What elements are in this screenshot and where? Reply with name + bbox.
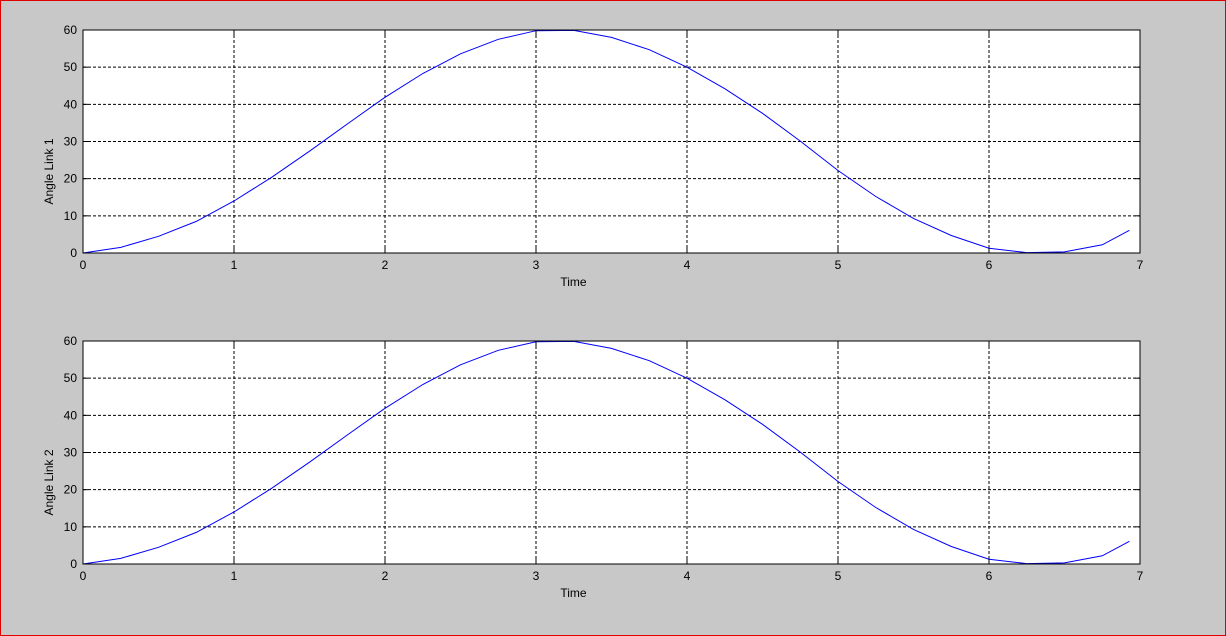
x-tick-label: 5	[835, 569, 842, 583]
y-tick-label: 50	[64, 371, 78, 385]
plot-area	[83, 30, 1140, 253]
y-tick-label: 0	[70, 246, 77, 260]
x-tick-label: 5	[835, 258, 842, 272]
y-tick-label: 20	[64, 483, 78, 497]
x-tick-label: 7	[1137, 258, 1144, 272]
y-tick-label: 50	[64, 60, 78, 74]
x-axis-label: Time	[560, 275, 587, 289]
plot-area	[83, 341, 1140, 564]
x-tick-label: 1	[231, 569, 238, 583]
x-tick-label: 4	[684, 569, 691, 583]
y-tick-label: 10	[64, 209, 78, 223]
x-tick-label: 2	[382, 569, 389, 583]
y-tick-label: 30	[64, 446, 78, 460]
y-tick-label: 60	[64, 334, 78, 348]
x-tick-label: 1	[231, 258, 238, 272]
y-axis-label: Angle Link 2	[42, 449, 56, 515]
y-tick-label: 0	[70, 557, 77, 571]
subplot-1: 0 1 2 3 4 5 6 7 0 10 20 30 40 50 60 Time Angle Link 1	[42, 23, 1144, 289]
x-tick-label: 6	[986, 569, 993, 583]
y-axis-label: Angle Link 1	[42, 138, 56, 204]
subplot-2: 0 1 2 3 4 5 6 7 0 10 20 30 40 50 60 Time Angle Link 2	[42, 334, 1144, 600]
x-tick-label: 2	[382, 258, 389, 272]
x-tick-label: 6	[986, 258, 993, 272]
x-tick-label: 0	[80, 569, 87, 583]
figure-window: 0 1 2 3 4 5 6 7 0 10 20 30 40 50 60 Time Angle Link 1012…	[0, 0, 1226, 636]
x-axis-label: Time	[560, 586, 587, 600]
y-tick-label: 40	[64, 408, 78, 422]
x-tick-label: 3	[533, 569, 540, 583]
figure-canvas: 0 1 2 3 4 5 6 70102030405060TimeAngle Link 10 1 2…	[42, 23, 1144, 600]
x-tick-label: 0	[80, 258, 87, 272]
y-tick-label: 20	[64, 172, 78, 186]
y-tick-label: 40	[64, 97, 78, 111]
y-tick-label: 30	[64, 135, 78, 149]
y-tick-label: 60	[64, 23, 78, 37]
x-tick-label: 3	[533, 258, 540, 272]
y-tick-label: 10	[64, 520, 78, 534]
x-tick-label: 7	[1137, 569, 1144, 583]
x-tick-label: 4	[684, 258, 691, 272]
